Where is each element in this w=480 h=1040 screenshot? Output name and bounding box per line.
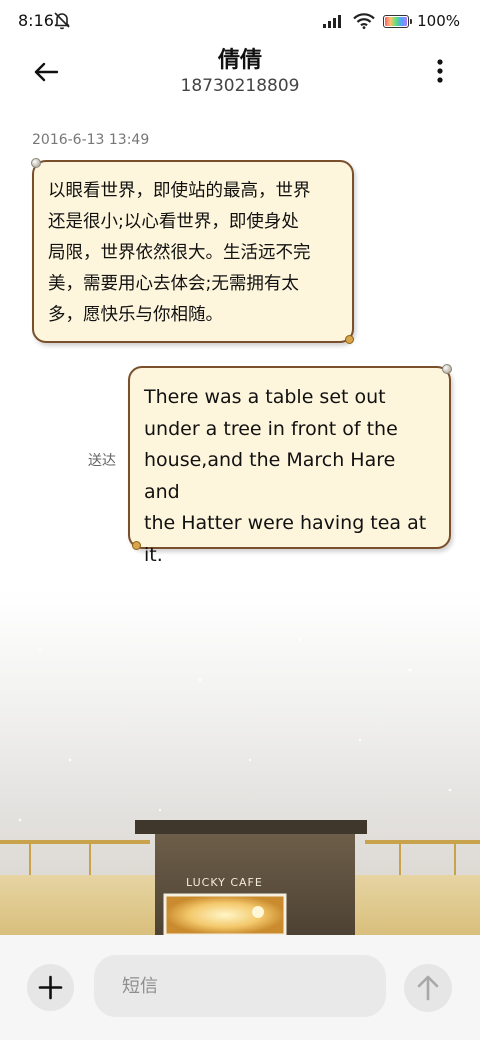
status-bar: 8:16 100% [0,0,480,42]
incoming-message-bubble[interactable]: 以眼看世界，即使站的最高，世界 还是很小;以心看世界，即使身处 局限，世界依然很… [31,158,354,344]
message-line: 局限，世界依然很大。生活远不完 [48,243,311,263]
send-button[interactable] [404,964,452,1012]
battery-percent: 100% [417,12,460,30]
message-line: under a tree in front of the [144,417,398,440]
send-arrow-icon [417,975,439,1001]
message-line: 还是很小;以心看世界，即使身处 [48,212,299,232]
more-vertical-icon[interactable] [430,56,450,86]
status-time: 8:16 [18,11,54,30]
add-attachment-button[interactable] [27,964,74,1011]
message-timestamp: 2016-6-13 13:49 [32,132,150,148]
message-line: 多，愿快乐与你相随。 [48,305,223,325]
clip-decoration-icon [345,335,354,344]
plus-icon [38,975,63,1000]
message-line: 以眼看世界，即使站的最高，世界 [48,181,311,201]
signal-icon [323,15,342,28]
message-line: There was a table set out [144,386,386,408]
battery-icon [383,14,413,28]
outgoing-message-bubble[interactable]: There was a table set out under a tree i… [128,364,452,566]
message-composer [0,935,480,1040]
bell-off-icon [54,12,70,30]
pin-decoration-icon [31,158,41,168]
pin-decoration-icon [442,364,452,374]
cafe-scene-image: LUCKY CAFE [0,618,480,935]
status-indicators: 100% [323,10,460,32]
message-input[interactable] [94,955,386,1017]
contact-phone-number: 18730218809 [180,76,300,96]
contact-name: 倩倩 [217,48,262,73]
message-line: house,and the March Hare and [144,449,396,503]
message-line: the Hatter were having tea at [144,512,427,534]
message-line: 美，需要用心去体会;无需拥有太 [48,274,299,294]
delivery-status: 送达 [88,453,116,469]
chat-background-illustration: LUCKY CAFE [0,590,480,935]
cafe-sign: LUCKY CAFE [186,876,263,889]
message-line: it. [144,543,163,566]
clip-decoration-icon [132,541,141,550]
wifi-icon [353,13,375,29]
conversation-header: 倩倩 18730218809 [0,42,480,112]
